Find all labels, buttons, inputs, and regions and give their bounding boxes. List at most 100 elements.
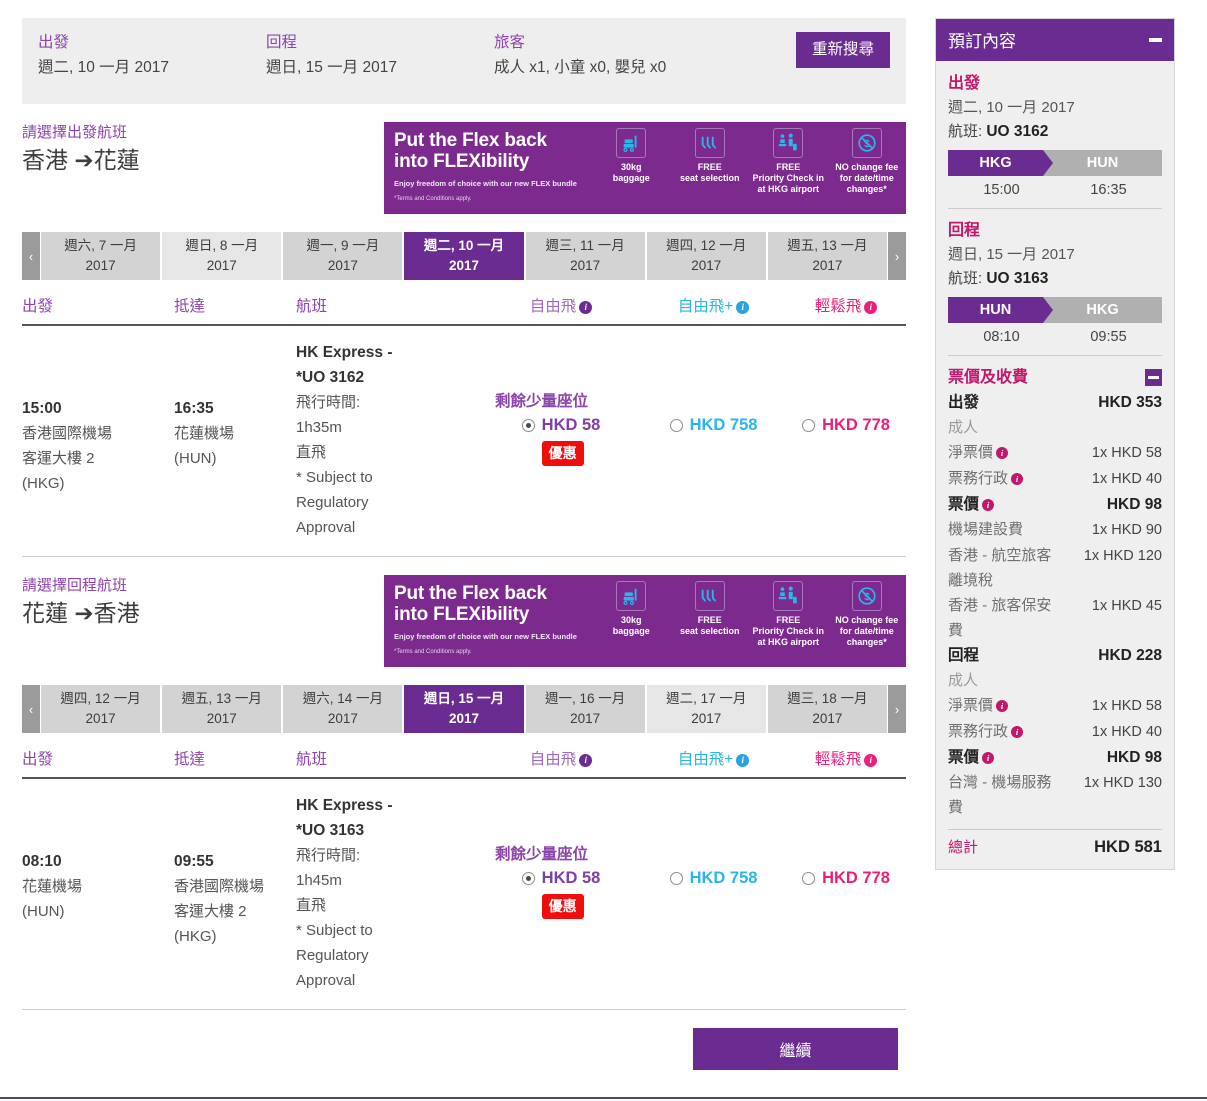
inbound-flight-row[interactable]: 08:10 花蓮機場 (HUN) 09:55 香港國際機場 客運大樓 2 (HK… <box>22 779 906 1010</box>
info-icon-netfare-outbound[interactable]: i <box>996 447 1009 459</box>
priority-checkin-icon <box>773 581 804 611</box>
search-passengers-label: 旅客 <box>494 34 526 51</box>
inbound-prev-arrow-icon[interactable]: ‹ <box>22 685 40 733</box>
info-icon-fare-1[interactable]: i <box>579 301 593 314</box>
flex-benefit-priority-line3: at HKG airport <box>757 184 819 194</box>
inbound-fare-3-option[interactable]: HKD 778 <box>786 867 906 889</box>
outbound-next-arrow-icon[interactable]: › <box>887 232 906 280</box>
inbound-fare-2-cell: HKD 758 <box>641 793 786 993</box>
inbound-fare-1-option[interactable]: HKD 58 優惠 <box>481 867 641 919</box>
outbound-date-0[interactable]: 週六, 7 一月 2017 <box>41 232 161 280</box>
outbound-prev-arrow-icon[interactable]: ‹ <box>22 232 40 280</box>
outbound-date-6[interactable]: 週五, 13 一月 2017 <box>767 232 887 280</box>
inbound-date-3-selected[interactable]: 週日, 15 一月 2017 <box>404 685 524 733</box>
inbound-date-1[interactable]: 週五, 13 一月 2017 <box>162 685 282 733</box>
outbound-date-2[interactable]: 週一, 9 一月 2017 <box>283 232 403 280</box>
sidebar-fares-header: 票價及收費 <box>948 365 1162 390</box>
flex-benefit-baggage-line2: baggage <box>612 173 650 183</box>
outbound-date-1[interactable]: 週日, 8 一月 2017 <box>162 232 282 280</box>
info-icon-admin-inbound[interactable]: i <box>1011 726 1024 738</box>
outbound-fare-1-option[interactable]: HKD 58 優惠 <box>481 414 641 466</box>
flex-benefit-nochangefee-inbound: $ NO change fee for date/time changes* <box>828 581 907 648</box>
inbound-fare-2-price[interactable]: HKD 758 <box>690 867 758 889</box>
outbound-flight-row[interactable]: 15:00 香港國際機場 客運大樓 2 (HKG) 16:35 花蓮機場 (HU… <box>22 326 906 557</box>
inbound-date-4[interactable]: 週一, 16 一月 2017 <box>525 685 645 733</box>
sidebar-outbound-fee-5-value: 1x HKD 45 <box>1091 598 1162 614</box>
sidebar-outbound-fee-5: 香港 - 旅客保安費 1x HKD 45 <box>948 593 1162 643</box>
inbound-date-2[interactable]: 週六, 14 一月 2017 <box>283 685 403 733</box>
sidebar-total-divider <box>948 829 1162 830</box>
research-button[interactable]: 重新搜尋 <box>795 32 890 68</box>
outbound-fare-2-price[interactable]: HKD 758 <box>690 414 758 436</box>
inbound-flight-cell: HK Express - *UO 3163 飛行時間: 1h45m 直飛 * S… <box>296 793 481 993</box>
outbound-fare-1-radio[interactable] <box>521 419 535 432</box>
inbound-fare-2-option[interactable]: HKD 758 <box>641 867 786 889</box>
info-icon-fare-1-inbound[interactable]: i <box>579 754 593 767</box>
flex-benefit-nochangefee-inbound-line1: NO change fee <box>835 615 899 625</box>
sidebar-inbound-fee-1: 票務行政 i 1x HKD 40 <box>948 719 1162 745</box>
sidebar-divider-1 <box>948 208 1162 209</box>
outbound-fare-3-price[interactable]: HKD 778 <box>822 414 890 436</box>
outbound-fare-2-radio[interactable] <box>669 419 683 432</box>
search-depart-field: 出發 週二, 10 一月 2017 <box>38 32 266 79</box>
inbound-table-header: 出發 抵達 航班 自由飛 i 自由飛+ i 輕鬆飛 i <box>22 747 906 779</box>
info-icon-netfare-inbound[interactable]: i <box>996 700 1009 712</box>
baggage-icon <box>616 581 647 611</box>
sidebar-outbound-times: 15:00 16:35 <box>948 176 1162 206</box>
outbound-note-3: Approval <box>296 519 356 536</box>
inbound-date-6-line2: 2017 <box>812 711 843 726</box>
inbound-arrive-place-3: (HKG) <box>174 928 217 945</box>
booking-page: 出發 週二, 10 一月 2017 回程 週日, 15 一月 2017 旅客 成… <box>0 0 1207 1101</box>
flex-promo-banner-inbound[interactable]: Put the Flex back into FLEXibility Enjoy… <box>384 575 906 667</box>
info-icon-fare-outbound[interactable]: i <box>982 499 995 511</box>
inbound-date-6[interactable]: 週三, 18 一月 2017 <box>767 685 887 733</box>
flex-benefit-seat-line2: seat selection <box>679 173 740 183</box>
inbound-fare-1-price[interactable]: HKD 58 <box>542 869 601 887</box>
info-icon-admin-outbound[interactable]: i <box>1011 473 1024 485</box>
sidebar-inbound-to: HKG <box>1043 297 1162 323</box>
info-icon-fare-3-inbound[interactable]: i <box>864 754 878 767</box>
info-icon-fare-inbound[interactable]: i <box>982 752 995 764</box>
flex-benefit-priority-inbound: FREE Priority Check in at HKG airport <box>749 581 828 648</box>
header-arrive: 抵達 <box>174 298 206 315</box>
inbound-date-5-line1: 週二, 17 一月 <box>666 691 747 706</box>
outbound-table-header: 出發 抵達 航班 自由飛 i 自由飛+ i 輕鬆飛 i <box>22 294 906 326</box>
seat-icon <box>694 581 725 611</box>
outbound-fare-2-option[interactable]: HKD 758 <box>641 414 786 436</box>
inbound-next-arrow-icon[interactable]: › <box>887 685 906 733</box>
info-icon-fare-2-inbound[interactable]: i <box>736 754 750 767</box>
outbound-fare-1-price[interactable]: HKD 58 <box>542 416 601 434</box>
inbound-arrive-place-2: 客運大樓 2 <box>174 903 247 920</box>
continue-button[interactable]: 繼續 <box>693 1028 898 1070</box>
header-fare-2: 自由飛+ i <box>641 294 786 316</box>
collapse-icon[interactable] <box>1149 37 1162 42</box>
flex-banner-headline-1-inbound: Put the Flex back <box>394 583 547 604</box>
fares-collapse-icon[interactable] <box>1145 369 1162 386</box>
inbound-fare-3-price[interactable]: HKD 778 <box>822 867 890 889</box>
outbound-date-3-selected[interactable]: 週二, 10 一月 2017 <box>404 232 524 280</box>
flex-promo-banner-outbound[interactable]: Put the Flex back into FLEXibility Enjoy… <box>384 122 906 214</box>
flex-benefit-seat-inbound-line1: FREE <box>697 615 722 625</box>
inbound-fare-3-radio[interactable] <box>802 872 816 885</box>
info-icon-fare-2[interactable]: i <box>736 301 750 314</box>
outbound-date-4-line2: 2017 <box>570 258 601 273</box>
sidebar-outbound-fee-2-key: 票價 <box>948 496 980 513</box>
outbound-date-0-line1: 週六, 7 一月 <box>64 238 137 253</box>
header-fare-1: 自由飛 i <box>481 294 641 316</box>
info-icon-fare-3[interactable]: i <box>864 301 878 314</box>
sidebar-outbound-total-label: 出發 <box>948 394 980 411</box>
outbound-fare-3-radio[interactable] <box>802 419 816 432</box>
sidebar-outbound-fee-1: 票務行政 i 1x HKD 40 <box>948 466 1162 492</box>
sidebar-header: 預訂內容 <box>936 19 1174 61</box>
inbound-fare-2-radio[interactable] <box>669 872 683 885</box>
inbound-date-0[interactable]: 週四, 12 一月 2017 <box>41 685 161 733</box>
inbound-date-5[interactable]: 週二, 17 一月 2017 <box>646 685 766 733</box>
flex-benefit-nochangefee: $ NO change fee for date/time changes* <box>828 128 907 195</box>
outbound-date-4[interactable]: 週三, 11 一月 2017 <box>525 232 645 280</box>
flex-benefit-baggage-inbound-line1: 30kg <box>620 615 642 625</box>
flex-banner-text: Put the Flex back into FLEXibility Enjoy… <box>384 122 592 214</box>
outbound-fare-3-option[interactable]: HKD 778 <box>786 414 906 436</box>
inbound-fare-1-radio[interactable] <box>521 872 535 885</box>
inbound-carrier-2: *UO 3163 <box>296 822 365 839</box>
outbound-date-5[interactable]: 週四, 12 一月 2017 <box>646 232 766 280</box>
